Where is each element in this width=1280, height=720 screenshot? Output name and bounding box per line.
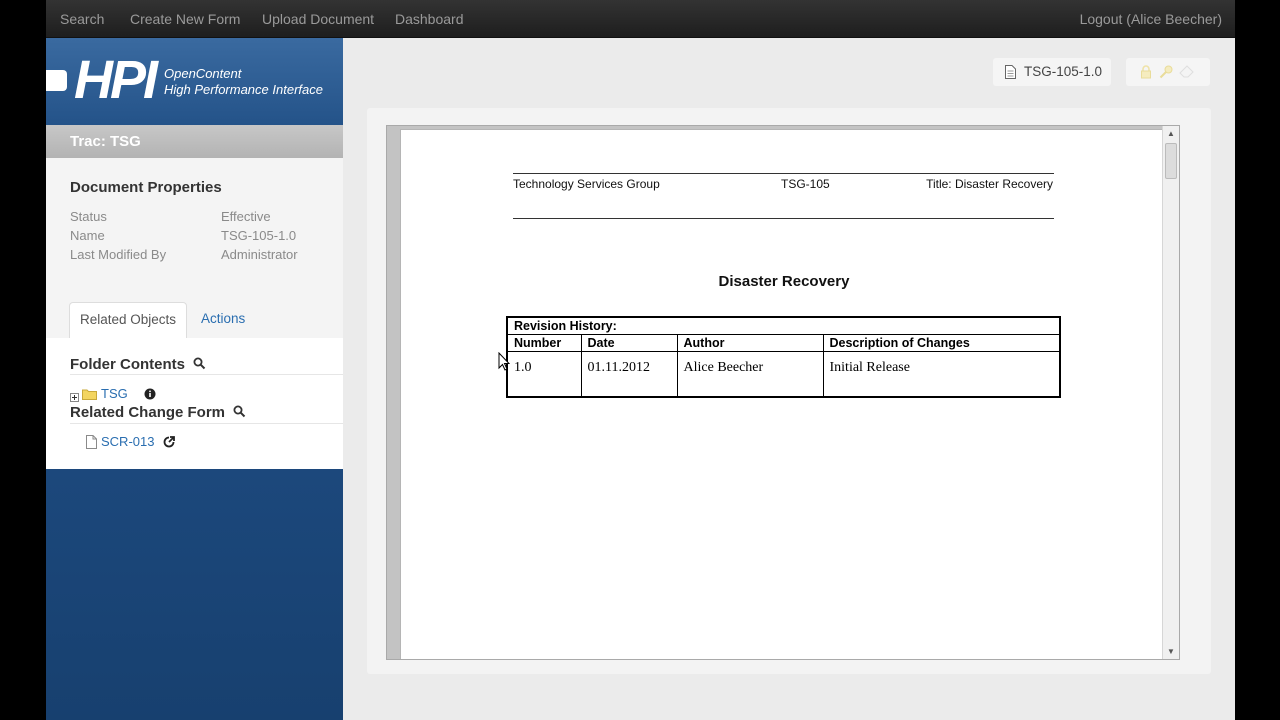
revision-history-table: Revision History: Number Date Author Des… (506, 316, 1061, 398)
main-content: TSG-105-1.0 Technology Services Group TS… (343, 38, 1235, 720)
related-objects-panel: Folder Contents TSG Related Change Form (46, 338, 343, 469)
table-row: 1.0 01.11.2012 Alice Beecher Initial Rel… (506, 351, 1061, 397)
folder-tsg-link[interactable]: TSG (101, 386, 128, 401)
tab-actions[interactable]: Actions (201, 311, 245, 326)
key-icon[interactable] (1159, 65, 1173, 84)
info-icon[interactable] (144, 387, 156, 405)
folder-contents-title: Folder Contents (70, 356, 185, 373)
scroll-down-icon[interactable]: ▼ (1167, 647, 1175, 656)
header-rule-bottom (513, 218, 1054, 219)
logo-subtitle-1: OpenContent (164, 66, 242, 81)
folder-search-icon[interactable] (193, 357, 206, 374)
logout-link[interactable]: Logout (Alice Beecher) (1080, 11, 1222, 27)
viewer-scrollbar[interactable]: ▲ ▼ (1162, 126, 1179, 659)
nav-upload-document-link[interactable]: Upload Document (262, 11, 374, 27)
column-header: Description of Changes (822, 334, 1061, 352)
document-viewer-frame: Technology Services Group TSG-105 Title:… (367, 108, 1211, 674)
document-icon (86, 435, 97, 454)
trac-title: Trac: TSG (70, 133, 141, 150)
logo-mark: HPI (74, 50, 158, 110)
nav-dashboard-link[interactable]: Dashboard (395, 11, 464, 27)
tab-related-objects[interactable]: Related Objects (69, 302, 187, 338)
tab-bar: Related Objects Actions (46, 300, 343, 338)
column-header: Number (506, 334, 582, 352)
change-form-scr-013-link[interactable]: SCR-013 (101, 434, 154, 449)
table-cell: 01.11.2012 (580, 351, 678, 397)
nav-create-form-link[interactable]: Create New Form (130, 11, 240, 27)
doc-header-left: Technology Services Group (513, 177, 660, 191)
trac-bar: Trac: TSG (46, 125, 343, 158)
revision-history-caption: Revision History: (506, 316, 1061, 335)
top-nav-bar: Search Create New Form Upload Document D… (46, 0, 1235, 38)
app-window: Search Create New Form Upload Document D… (46, 0, 1235, 720)
document-properties-title: Document Properties (70, 179, 222, 196)
logo-subtitle-2: High Performance Interface (164, 82, 323, 97)
nav-search-link[interactable]: Search (60, 11, 104, 27)
prop-status-label: Status (70, 209, 107, 224)
change-form-search-icon[interactable] (233, 405, 246, 422)
eraser-icon[interactable] (1179, 65, 1194, 84)
column-header: Author (676, 334, 824, 352)
document-viewer[interactable]: Technology Services Group TSG-105 Title:… (386, 125, 1180, 660)
document-version-chip[interactable]: TSG-105-1.0 (993, 58, 1111, 86)
table-cell: 1.0 (506, 351, 582, 397)
scroll-thumb[interactable] (1165, 143, 1177, 179)
document-tools (1126, 58, 1210, 86)
sidebar: HPI OpenContent High Performance Interfa… (46, 38, 343, 720)
doc-header-mid: TSG-105 (781, 177, 830, 191)
prop-name-value: TSG-105-1.0 (221, 228, 297, 243)
lock-icon[interactable] (1140, 65, 1152, 84)
header-rule-top (513, 173, 1054, 174)
folder-icon (82, 387, 97, 405)
document-page: Technology Services Group TSG-105 Title:… (400, 129, 1166, 659)
prop-modified-value: Administrator (221, 247, 298, 262)
prop-modified-label: Last Modified By (70, 247, 167, 262)
logo-area: HPI OpenContent High Performance Interfa… (46, 38, 343, 125)
related-change-form-heading: Related Change Form (70, 404, 246, 422)
scroll-up-icon[interactable]: ▲ (1167, 129, 1175, 138)
doc-header-right: Title: Disaster Recovery (926, 177, 1053, 191)
table-cell: Alice Beecher (676, 351, 824, 397)
document-title: Disaster Recovery (718, 273, 850, 290)
divider (70, 423, 343, 424)
folder-contents-heading: Folder Contents (70, 356, 206, 374)
document-icon (1005, 65, 1016, 84)
logo-tab-shape (46, 70, 67, 91)
document-properties-panel: Document Properties Status Effective Nam… (46, 158, 343, 300)
table-cell: Initial Release (822, 351, 1061, 397)
external-link-icon[interactable] (163, 435, 175, 453)
document-version-label: TSG-105-1.0 (1024, 64, 1103, 79)
prop-name-label: Name (70, 228, 105, 243)
related-change-form-title: Related Change Form (70, 404, 226, 421)
mouse-cursor-icon (498, 351, 511, 376)
column-header: Date (580, 334, 678, 352)
prop-status-value: Effective (221, 209, 271, 224)
divider (70, 374, 343, 375)
